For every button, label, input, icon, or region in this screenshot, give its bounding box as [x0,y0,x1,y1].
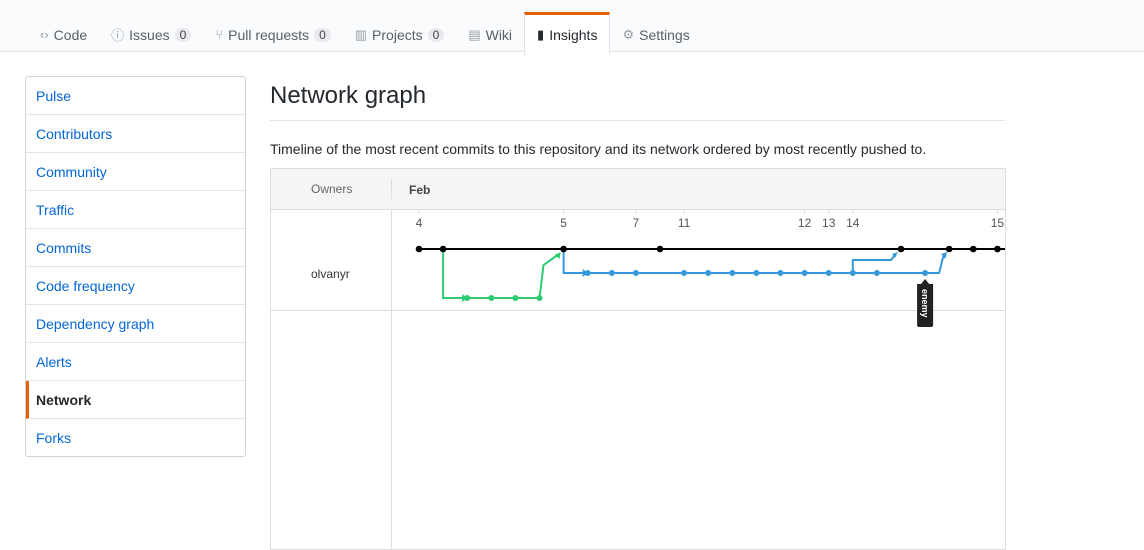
commit-dot [777,270,784,276]
tab-label: Pull requests [228,26,310,43]
commit-dot [705,270,712,276]
tab-label: Wiki [485,26,513,43]
commit-dot [873,270,880,276]
commit-dot [464,295,471,301]
date-label: 11 [678,216,691,230]
network-graph[interactable]: Owners Feb olvanyr 4 5 7 11 12 13 14 15 enemy [270,168,1006,550]
commit-dot [994,245,1001,253]
sidebar-item-traffic[interactable]: Traffic [26,191,245,229]
commit-dot [801,270,808,276]
repo-nav: ‹› Code ⓘ Issues 0 ⑂ Pull requests 0 ▥ Projects 0 ▤… [0,0,1144,55]
count-badge: 0 [427,27,445,42]
commit-dot [560,245,567,253]
date-label: 12 [798,216,812,230]
commit-dot [608,270,615,276]
tab-pull-requests[interactable]: ⑂ Pull requests 0 [203,12,342,54]
commit-dot [536,295,543,301]
tab-label: Insights [549,27,598,43]
page-title: Network graph [270,82,427,109]
arrow-icon [554,252,561,259]
commit-dot [945,245,953,253]
commit-dot [681,270,688,276]
date-label: 5 [560,216,567,230]
commit-dot [849,270,856,276]
sidebar-item-contributors[interactable]: Contributors [26,115,245,153]
commit-dot [897,245,905,253]
sidebar-item-community[interactable]: Community [26,153,245,191]
tab-label: Issues [129,26,170,43]
commit-dot [922,270,929,276]
tab-issues[interactable]: ⓘ Issues 0 [99,12,203,54]
commit-dot [729,270,736,276]
tab-wiki[interactable]: ▤ Wiki [456,12,524,54]
commit-dot [656,245,664,253]
tab-code[interactable]: ‹› Code [28,12,99,54]
sidebar-item-code-frequency[interactable]: Code frequency [26,267,245,305]
tab-label: Code [53,26,88,43]
date-label: 7 [633,216,640,230]
issue-icon: ⓘ [111,28,125,43]
blue-merge-line [851,254,896,273]
tab-settings[interactable]: ⚙ Settings [610,12,701,54]
commit-dot [415,245,423,253]
count-badge: 0 [174,27,192,42]
graph-icon: ▮ [537,27,545,42]
sidebar-item-dependency-graph[interactable]: Dependency graph [26,305,245,343]
count-badge: 0 [314,27,331,42]
tab-projects[interactable]: ▥ Projects 0 [343,12,457,54]
commit-dot [753,270,760,276]
commit-dot [439,245,447,253]
commit-dot [825,270,832,276]
commit-dot [970,245,977,253]
sidebar-item-alerts[interactable]: Alerts [26,343,245,381]
commit-dot [488,295,495,301]
pull-request-icon: ⑂ [215,27,224,42]
sidebar-item-network[interactable]: Network [26,381,245,419]
branch-label: enemy [920,289,930,318]
sidebar-item-forks[interactable]: Forks [26,419,245,456]
date-label: 15 [991,216,1005,230]
gear-icon: ⚙ [622,26,635,42]
date-label: 4 [416,216,423,230]
project-icon: ▥ [354,26,368,42]
sidebar-item-pulse[interactable]: Pulse [26,77,245,115]
date-label: 13 [822,216,836,230]
green-branch-line [442,249,559,299]
commit-dot [632,270,639,276]
book-icon: ▤ [468,26,481,42]
commit-dot [584,270,591,276]
date-label: 14 [846,216,860,230]
commit-dot [512,295,519,301]
sidebar-item-commits[interactable]: Commits [26,229,245,267]
tab-label: Settings [639,26,690,43]
insights-sidebar: Pulse Contributors Community Traffic Commits… [25,76,246,457]
code-icon: ‹› [40,27,49,42]
tab-insights[interactable]: ▮ Insights [524,12,611,55]
divider [270,120,1005,121]
network-canvas[interactable]: 4 5 7 11 12 13 14 15 enemy [271,169,1005,549]
page-description: Timeline of the most recent commits to t… [270,141,927,157]
tab-label: Projects [372,26,423,43]
